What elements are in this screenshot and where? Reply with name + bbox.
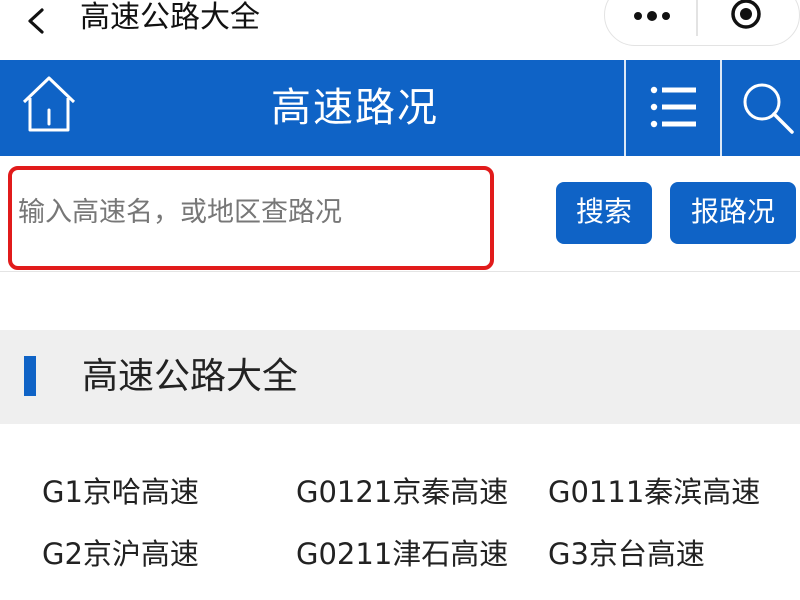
report-traffic-button[interactable]: 报路况 — [670, 182, 796, 244]
chevron-left-icon[interactable] — [22, 6, 52, 36]
search-icon[interactable] — [738, 78, 796, 136]
page-title: 高速路况 — [271, 85, 439, 131]
search-input[interactable] — [18, 192, 478, 232]
highway-link[interactable]: G3京台高速 — [548, 534, 705, 574]
capsule-divider — [696, 0, 698, 36]
list-menu-icon[interactable] — [648, 82, 698, 132]
search-box-highlight — [8, 166, 494, 270]
page-header: 高速路况 — [0, 60, 800, 156]
section-header: 高速公路大全 — [0, 330, 800, 424]
mini-program-title: 高速公路大全 — [80, 0, 260, 35]
header-divider — [624, 60, 626, 156]
highway-link[interactable]: G0211津石高速 — [296, 534, 508, 574]
highway-link[interactable]: G1京哈高速 — [42, 472, 199, 512]
more-dots-icon[interactable] — [630, 4, 674, 24]
highway-link[interactable]: G0111秦滨高速 — [548, 472, 760, 512]
highway-link[interactable]: G2京沪高速 — [42, 534, 199, 574]
top-bar: 高速公路大全 — [0, 0, 800, 60]
section-title: 高速公路大全 — [82, 356, 299, 397]
search-row: 搜索 报路况 — [0, 156, 800, 272]
search-button[interactable]: 搜索 — [556, 182, 652, 244]
header-divider — [720, 60, 722, 156]
target-icon[interactable] — [728, 0, 764, 32]
highway-link[interactable]: G0121京秦高速 — [296, 472, 508, 512]
section-accent-bar — [24, 356, 36, 396]
